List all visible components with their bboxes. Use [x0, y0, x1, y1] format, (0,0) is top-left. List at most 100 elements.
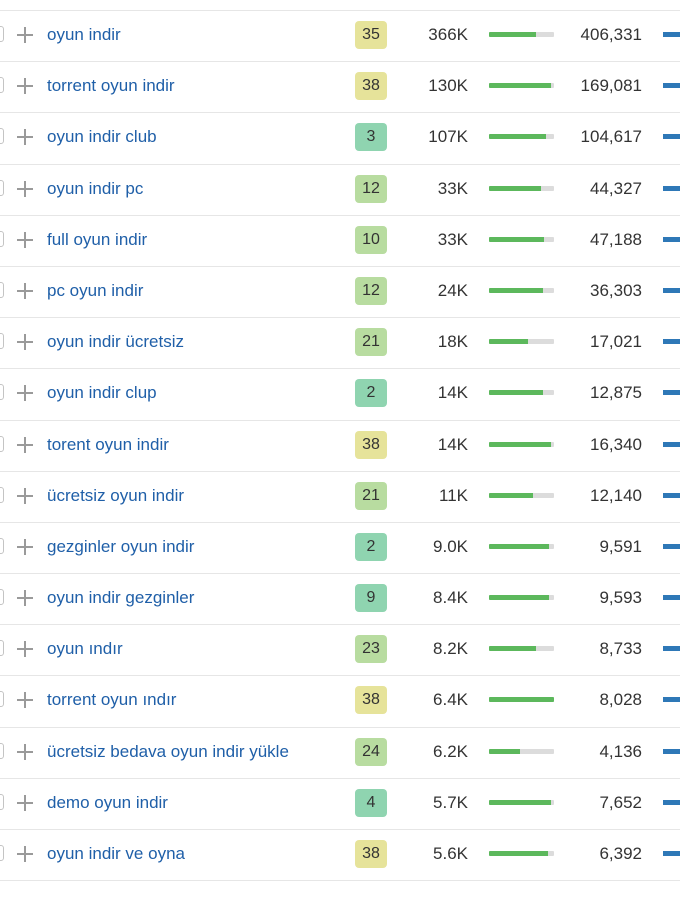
keyword-link[interactable]: oyun indir [47, 25, 121, 45]
row-checkbox[interactable] [0, 77, 4, 94]
clicks-bar [489, 697, 554, 703]
clicks-bar-fill [489, 32, 536, 37]
row-checkbox[interactable] [0, 640, 4, 657]
table-row: oyun ındır 23 8.2K 8,733 [0, 625, 680, 677]
add-keyword-plus-icon[interactable] [17, 538, 33, 555]
row-checkbox[interactable] [0, 26, 4, 42]
row-checkbox[interactable] [0, 435, 4, 452]
row-checkbox[interactable] [0, 793, 4, 810]
search-volume: 11K [439, 485, 468, 505]
table-row: torrent oyun ındır 38 6.4K 8,028 [0, 676, 680, 728]
row-checkbox[interactable] [0, 589, 4, 606]
traffic-value: 9,591 [599, 536, 642, 556]
clicks-bar-fill [489, 185, 541, 191]
search-volume: 18K [437, 332, 468, 352]
add-keyword-plus-icon[interactable] [17, 692, 33, 709]
keyword-link[interactable]: ücretsiz oyun indir [47, 486, 184, 506]
keyword-difficulty-badge: 38 [355, 72, 387, 101]
traffic-value: 406,331 [580, 25, 642, 44]
keyword-link[interactable]: oyun indir gezginler [47, 588, 194, 608]
row-checkbox[interactable] [0, 179, 4, 196]
table-row: ücretsiz oyun indir 21 11K 12,140 [0, 472, 680, 523]
traffic-value: 17,021 [590, 332, 642, 352]
row-checkbox[interactable] [0, 845, 4, 861]
traffic-value: 169,081 [580, 76, 642, 96]
add-keyword-plus-icon[interactable] [17, 385, 33, 402]
row-checkbox[interactable] [0, 230, 4, 247]
clicks-bar-fill [489, 83, 551, 89]
search-volume: 366K [428, 25, 468, 44]
traffic-value: 47,188 [590, 229, 642, 249]
add-keyword-plus-icon[interactable] [17, 794, 33, 811]
keyword-difficulty-badge: 2 [355, 532, 387, 561]
traffic-value: 7,652 [599, 792, 642, 812]
keyword-link[interactable]: torent oyun indir [47, 435, 169, 455]
table-row: oyun indir 35 366K 406,331 [0, 11, 680, 63]
search-volume: 8.4K [433, 588, 468, 608]
row-checkbox[interactable] [0, 384, 4, 401]
add-keyword-plus-icon[interactable] [17, 27, 33, 43]
row-checkbox[interactable] [0, 128, 4, 145]
add-keyword-plus-icon[interactable] [17, 487, 33, 504]
keyword-link[interactable]: oyun indir ve oyna [47, 844, 185, 864]
clicks-bar [489, 32, 554, 37]
add-keyword-plus-icon[interactable] [17, 78, 33, 95]
add-keyword-plus-icon[interactable] [17, 129, 33, 146]
search-volume: 6.2K [433, 741, 468, 761]
next-column-bar [663, 134, 680, 140]
traffic-value: 6,392 [599, 844, 642, 863]
row-checkbox[interactable] [0, 691, 4, 708]
clicks-bar [489, 492, 554, 498]
traffic-value: 104,617 [580, 127, 642, 147]
keyword-difficulty-badge: 2 [355, 379, 387, 408]
keyword-link[interactable]: full oyun indir [47, 230, 147, 250]
table-row: oyun indir ve oyna 38 5.6K 6,392 [0, 830, 680, 882]
clicks-bar [489, 441, 554, 447]
keyword-link[interactable]: demo oyun indir [47, 793, 168, 813]
add-keyword-plus-icon[interactable] [17, 743, 33, 760]
clicks-bar-fill [489, 134, 547, 140]
add-keyword-plus-icon[interactable] [17, 231, 33, 248]
keyword-link[interactable]: oyun indir club [47, 127, 157, 147]
clicks-bar [489, 83, 554, 89]
clicks-bar [489, 543, 554, 549]
keyword-difficulty-badge: 21 [355, 481, 387, 510]
row-checkbox[interactable] [0, 333, 4, 350]
add-keyword-plus-icon[interactable] [17, 180, 33, 197]
keyword-difficulty-badge: 23 [355, 635, 387, 664]
keyword-difficulty-badge: 35 [355, 21, 387, 49]
keyword-link[interactable]: ücretsiz bedava oyun indir yükle [47, 742, 289, 762]
add-keyword-plus-icon[interactable] [17, 282, 33, 299]
search-volume: 14K [437, 383, 468, 403]
next-column-bar [663, 697, 680, 703]
clicks-bar [489, 236, 554, 242]
row-checkbox[interactable] [0, 281, 4, 298]
clicks-bar [489, 287, 554, 293]
next-column-bar [663, 441, 680, 447]
add-keyword-plus-icon[interactable] [17, 334, 33, 351]
keyword-difficulty-badge: 24 [355, 737, 387, 766]
row-checkbox[interactable] [0, 742, 4, 759]
keyword-link[interactable]: oyun indir clup [47, 383, 157, 403]
add-keyword-plus-icon[interactable] [17, 641, 33, 658]
add-keyword-plus-icon[interactable] [17, 590, 33, 607]
search-volume: 9.0K [433, 536, 468, 556]
keyword-link[interactable]: torrent oyun ındır [47, 690, 176, 710]
clicks-bar-fill [489, 799, 551, 805]
keyword-link[interactable]: gezginler oyun indir [47, 537, 194, 557]
clicks-bar-fill [489, 287, 543, 293]
next-column-bar [663, 32, 680, 37]
add-keyword-plus-icon[interactable] [17, 846, 33, 862]
row-checkbox[interactable] [0, 537, 4, 554]
keyword-link[interactable]: oyun indir pc [47, 179, 143, 199]
traffic-value: 36,303 [590, 280, 642, 300]
row-checkbox[interactable] [0, 486, 4, 503]
add-keyword-plus-icon[interactable] [17, 436, 33, 453]
keyword-link[interactable]: torrent oyun indir [47, 76, 175, 96]
keyword-link[interactable]: oyun ındır [47, 639, 123, 659]
keyword-difficulty-badge: 12 [355, 174, 387, 203]
keyword-link[interactable]: pc oyun indir [47, 281, 143, 301]
keyword-link[interactable]: oyun indir ücretsiz [47, 332, 184, 352]
next-column-bar [663, 236, 680, 242]
search-volume: 130K [428, 76, 468, 96]
